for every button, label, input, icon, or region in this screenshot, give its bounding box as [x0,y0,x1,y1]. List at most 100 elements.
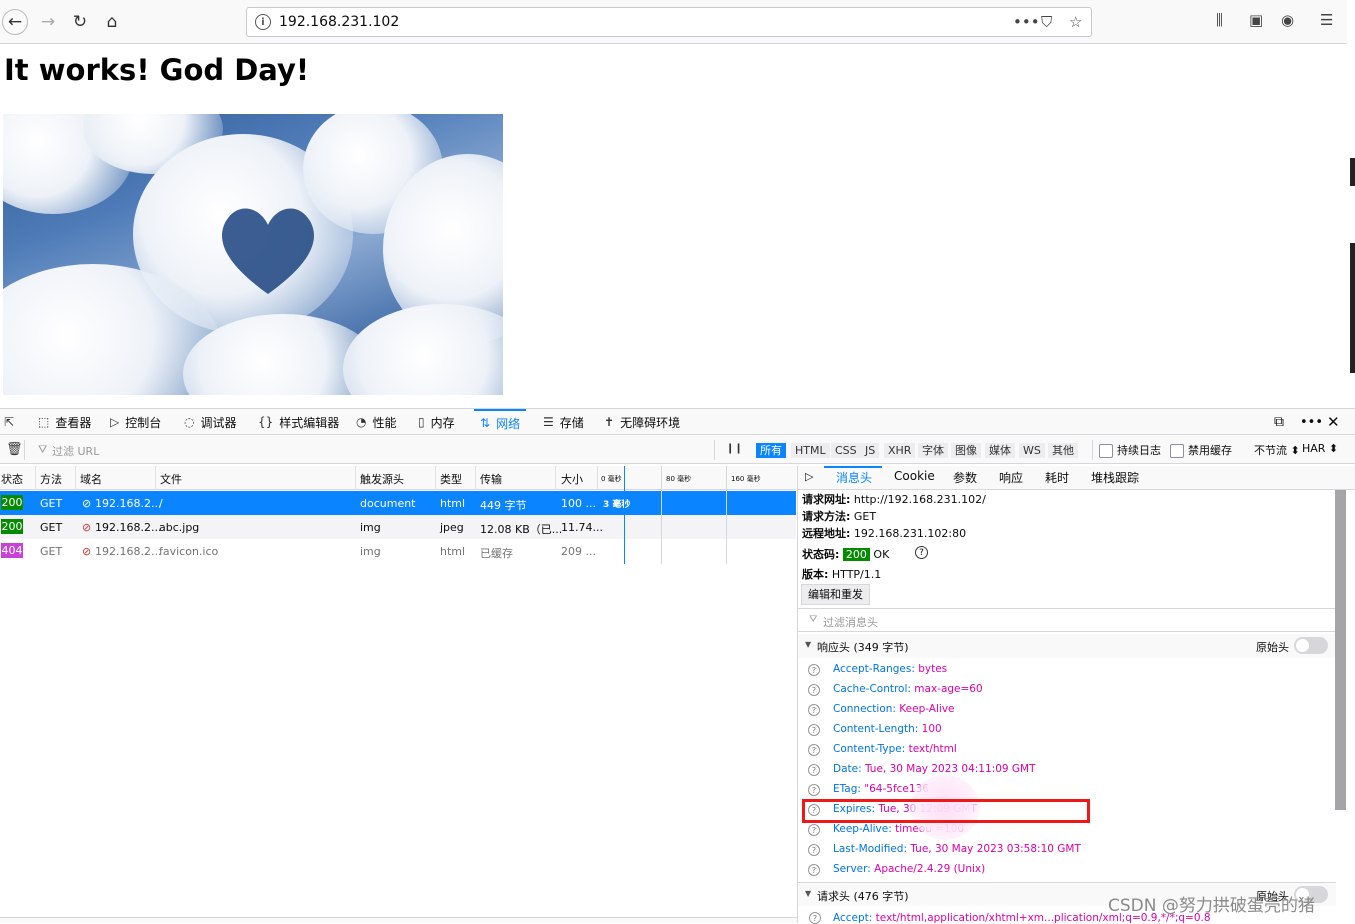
info-icon[interactable]: i [255,14,271,30]
style-editor-icon: {} [258,415,274,429]
chevron-down-icon: ▼ [805,889,812,898]
url-bar[interactable]: i 192.168.231.102 ••• ⛉ ☆ [246,7,1092,37]
console-icon: ▷ [110,415,120,429]
filter-headers-input[interactable]: 过滤消息头 [823,614,878,630]
toggle-panel-icon[interactable]: ▷ [805,470,813,483]
browser-toolbar: ← → ↻ ⌂ i 192.168.231.102 ••• ⛉ ☆ ⫼ ▣ ◉ … [0,0,1355,44]
filter-css[interactable]: CSS [831,443,861,458]
response-header-row: Cache-Control: max-age=60 [833,683,983,695]
help-icon[interactable]: ? [808,864,820,876]
throttle-select[interactable]: 不节流 ⬍ [1254,442,1300,458]
tab-headers[interactable]: 消息头 [836,469,872,486]
filter-html[interactable]: HTML [791,443,830,458]
filter-other[interactable]: 其他 [1048,443,1078,458]
tab-response[interactable]: 响应 [999,469,1023,486]
col-method[interactable]: 方法 [40,471,62,487]
tab-console[interactable]: ▷ 控制台 [110,409,161,435]
help-icon[interactable]: ? [809,912,821,924]
table-row[interactable]: 200 GET ⊘ 192.168.2... / document html 4… [0,491,796,515]
response-header-row: Connection: Keep-Alive [833,703,955,715]
filter-ws[interactable]: WS [1019,443,1045,458]
status-badge: 200 [842,548,870,561]
col-size[interactable]: 大小 [561,471,583,487]
reload-button[interactable]: ↻ [67,9,93,35]
help-icon[interactable]: ? [808,664,820,676]
pick-element-button[interactable]: ⇱ [4,409,20,435]
details-tabbar: ▷ 消息头 Cookie 参数 响应 耗时 堆栈跟踪 [798,466,1355,490]
response-header-row: Accept-Ranges: bytes [833,663,948,675]
home-icon: ⌂ [106,12,118,32]
col-cause[interactable]: 触发源头 [360,471,404,487]
response-header-row: Last-Modified: Tue, 30 May 2023 03:58:10… [833,843,1081,855]
pocket-icon[interactable]: ⛉ [1041,13,1052,31]
help-icon[interactable]: ? [915,546,928,559]
version-row: 版本: HTTP/1.1 [802,568,882,581]
tab-stack-trace[interactable]: 堆栈跟踪 [1091,469,1139,486]
tab-timings[interactable]: 耗时 [1045,469,1069,486]
sidebar-icon[interactable]: ▣ [1249,11,1263,29]
back-button[interactable]: ← [2,9,28,35]
tab-accessibility[interactable]: ✝ 无障碍环境 [604,409,680,435]
filter-icon: ⛛ [38,443,48,456]
persist-logs-checkbox[interactable]: 持续日志 [1099,442,1161,458]
filter-images[interactable]: 图像 [951,443,981,458]
pause-icon[interactable]: ❙❙ [726,443,743,454]
col-domain[interactable]: 域名 [80,471,102,487]
help-icon[interactable]: ? [808,684,820,696]
table-row[interactable]: 404 GET ⊘ 192.168.2... favicon.ico img h… [0,539,796,563]
col-file[interactable]: 文件 [160,471,182,487]
help-icon[interactable]: ? [808,784,820,796]
tab-debugger[interactable]: ◌ 调试器 [184,409,237,435]
edit-resend-button[interactable]: 编辑和重发 [801,584,870,605]
clear-icon[interactable]: 🗑 [6,442,23,457]
help-icon[interactable]: ? [808,844,820,856]
tab-style-editor[interactable]: {} 样式编辑器 [258,409,339,435]
tab-network[interactable]: ⇅ 网络 [474,409,527,435]
col-status[interactable]: 状态 [1,471,23,487]
har-menu[interactable]: HAR ⬍ [1302,442,1338,455]
status-badge: 200 [1,495,23,510]
help-icon[interactable]: ? [808,744,820,756]
menu-icon[interactable]: ☰ [1320,11,1333,29]
devtools-tabbar: ⇱ ⬚ 查看器 ▷ 控制台 ◌ 调试器 {} 样式编辑器 ◔ 性能 ▯ 内存 ⇅ 网络 ☰ 存储… [0,408,1355,435]
help-icon[interactable]: ? [808,764,820,776]
help-icon[interactable]: ? [808,824,820,836]
col-transferred[interactable]: 传输 [480,471,502,487]
raw-headers-toggle[interactable] [1294,637,1328,654]
tab-params[interactable]: 参数 [953,469,977,486]
response-header-row: Content-Type: text/html [833,743,957,755]
dock-icon[interactable]: ⧉ [1274,409,1284,435]
table-row[interactable]: 200 GET ⊘ 192.168.2... abc.jpg img jpeg … [0,515,796,539]
reload-icon: ↻ [72,12,88,32]
bookmark-star-icon[interactable]: ☆ [1069,13,1082,31]
url-filter-input[interactable]: 过滤 URL [52,443,99,459]
more-options-icon[interactable]: ••• [1300,409,1323,435]
filter-media[interactable]: 媒体 [985,443,1015,458]
arrow-right-icon: → [40,12,56,32]
response-headers-section[interactable]: ▼ 响应头 (349 字节) 原始头 [798,634,1336,658]
filter-js[interactable]: JS [861,443,880,458]
close-devtools-icon[interactable]: ✕ [1327,409,1340,435]
filter-all[interactable]: 所有 [756,443,786,458]
disable-cache-checkbox[interactable]: 禁用缓存 [1170,442,1232,458]
heart-cloud-image [3,114,503,395]
url-text[interactable]: 192.168.231.102 [279,14,399,30]
request-table-header: 状态 方法 域名 文件 触发源头 类型 传输 大小 0 毫秒 80 毫秒 160… [0,466,796,490]
tab-storage[interactable]: ☰ 存储 [543,409,584,435]
filter-xhr[interactable]: XHR [884,443,916,458]
filter-fonts[interactable]: 字体 [918,443,948,458]
forward-button[interactable]: → [35,9,61,35]
help-icon[interactable]: ? [808,724,820,736]
home-button[interactable]: ⌂ [99,9,125,35]
details-scrollbar[interactable] [1335,490,1346,810]
tab-performance[interactable]: ◔ 性能 [356,409,397,435]
tab-cookies[interactable]: Cookie [894,469,935,483]
library-icon[interactable]: ⫼ [1216,11,1223,29]
col-type[interactable]: 类型 [440,471,462,487]
response-header-row: Date: Tue, 30 May 2023 04:11:09 GMT [833,763,1036,775]
help-icon[interactable]: ? [808,704,820,716]
tab-memory[interactable]: ▯ 内存 [418,409,455,435]
account-icon[interactable]: ◉ [1281,11,1294,29]
page-actions-icon[interactable]: ••• [1013,13,1040,31]
tab-inspector[interactable]: ⬚ 查看器 [38,409,91,435]
